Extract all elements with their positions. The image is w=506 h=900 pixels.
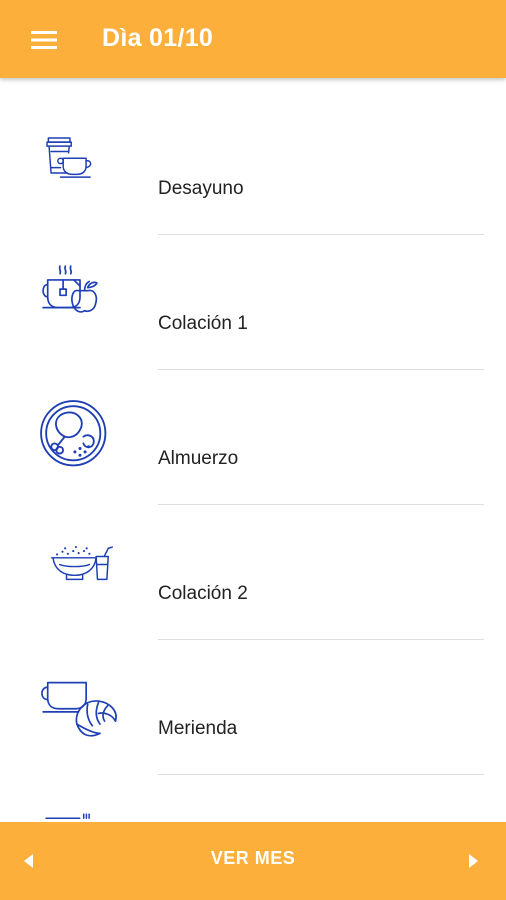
- meal-item-merienda[interactable]: Merienda: [0, 640, 506, 775]
- coffee-cup-icon: [46, 137, 92, 178]
- meal-label: Colación 2: [158, 583, 248, 604]
- cereal-bowl-juice-icon: [50, 545, 114, 581]
- meal-item-colacion-2[interactable]: Colación 2: [0, 505, 506, 640]
- arrow-right-icon: [469, 854, 478, 868]
- meal-item-partial[interactable]: [0, 775, 506, 820]
- meal-item-desayuno[interactable]: Desayuno: [0, 100, 506, 235]
- meal-label: Colación 1: [158, 313, 248, 334]
- meal-label: Desayuno: [158, 178, 244, 199]
- cutlery-icon: [45, 813, 90, 820]
- chicken-plate-icon: [40, 400, 107, 467]
- tea-apple-icon: [42, 265, 98, 313]
- bottom-bar: VER MES: [0, 822, 506, 900]
- previous-month-button[interactable]: [8, 841, 48, 881]
- hamburger-menu-icon: [31, 31, 57, 49]
- menu-button[interactable]: [20, 16, 68, 64]
- meal-label: Merienda: [158, 718, 238, 739]
- meal-item-colacion-1[interactable]: Colación 1: [0, 235, 506, 370]
- arrow-left-icon: [24, 854, 33, 868]
- meal-label: Almuerzo: [158, 448, 239, 469]
- ver-mes-button[interactable]: VER MES: [150, 848, 356, 869]
- next-month-button[interactable]: [454, 841, 494, 881]
- meal-item-almuerzo[interactable]: Almuerzo: [0, 370, 506, 505]
- cup-croissant-icon: [41, 681, 117, 737]
- app-bar: Dìa 01/10: [0, 0, 506, 78]
- page-title: Dìa 01/10: [102, 24, 214, 52]
- meal-list: Desayuno Colación 1 Almuerzo Colación 2 …: [0, 78, 506, 820]
